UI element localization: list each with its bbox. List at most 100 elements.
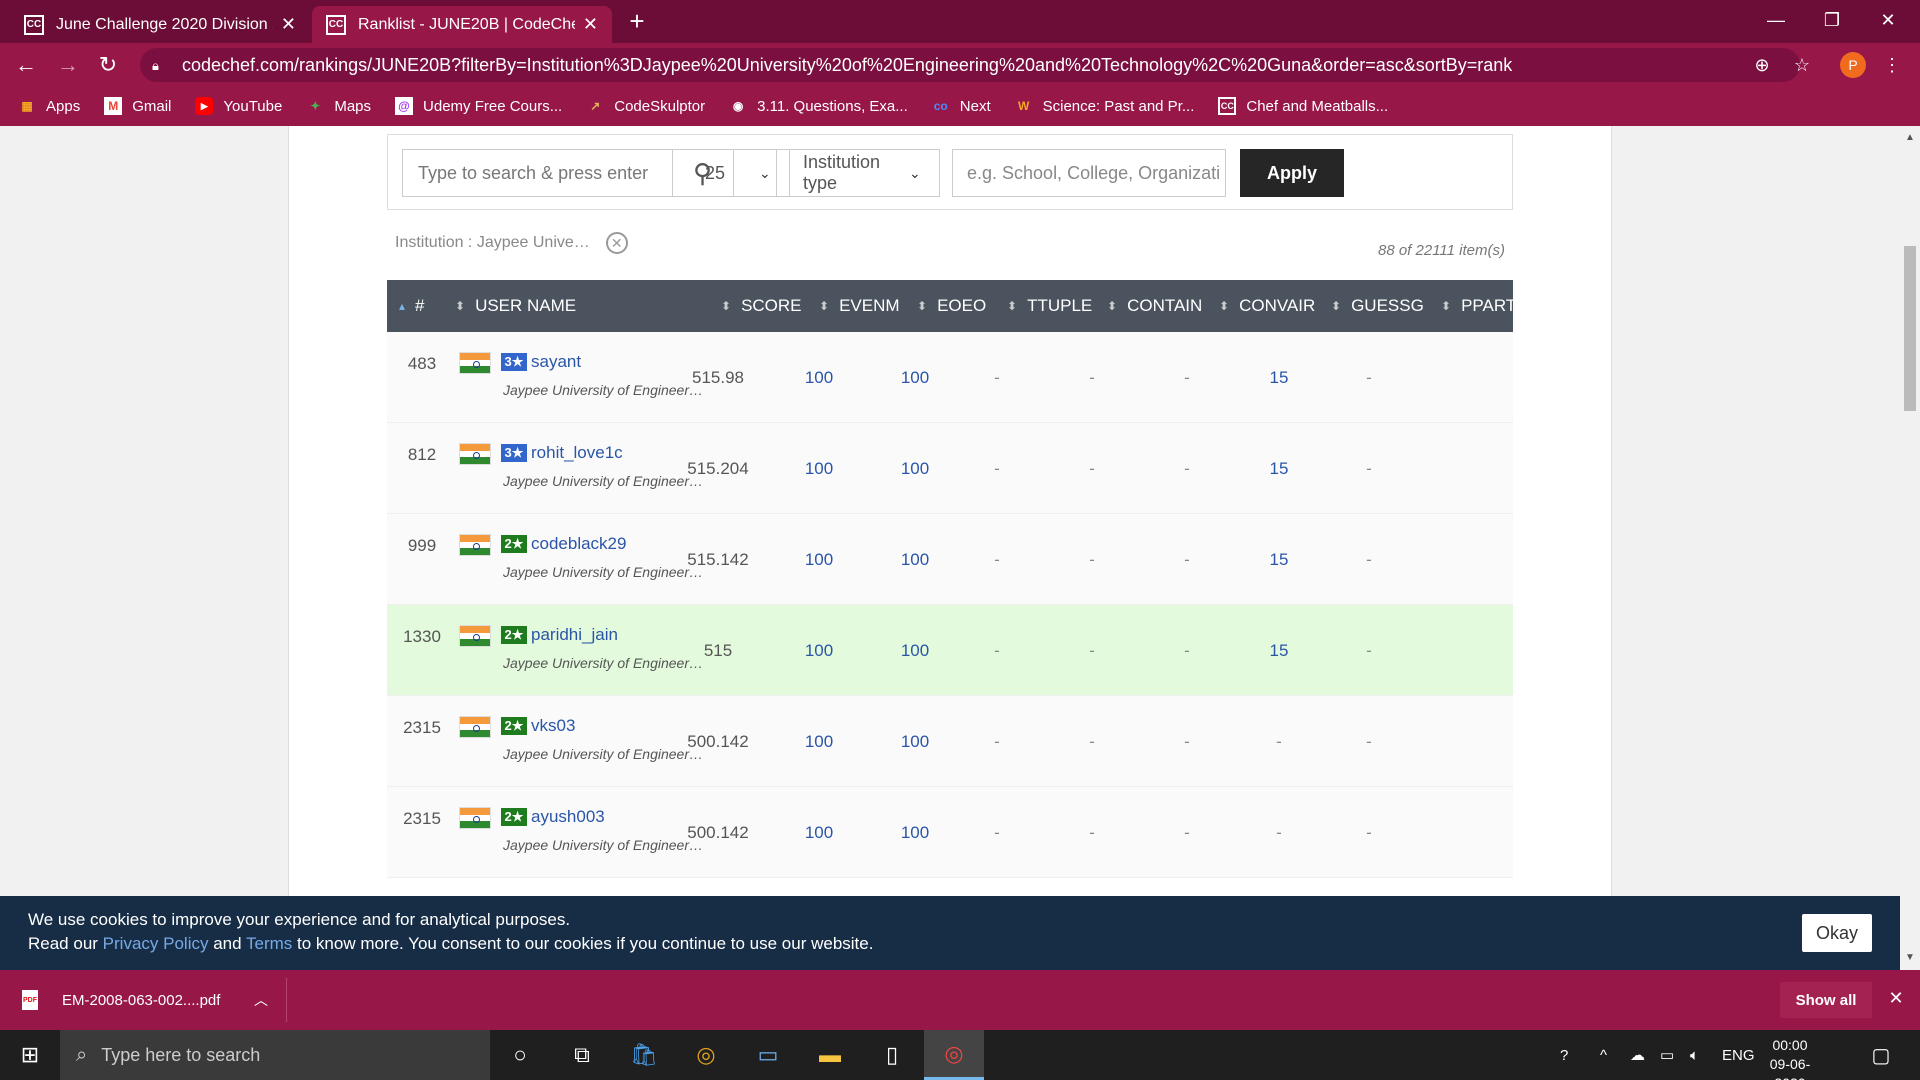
bookmark-star-icon[interactable]: ☆ xyxy=(1790,53,1814,77)
column-label: # xyxy=(415,296,425,315)
terms-link[interactable]: Terms xyxy=(246,934,292,953)
url-field[interactable]: 🔒︎ codechef.com/rankings/JUNE20B?filterB… xyxy=(140,48,1800,82)
reload-icon[interactable]: ↻ xyxy=(92,49,124,81)
lock-icon: 🔒︎ xyxy=(152,58,159,73)
help-icon[interactable]: ? xyxy=(1560,1030,1568,1080)
column-header-convair[interactable]: ⬍ CONVAIR xyxy=(1219,280,1315,332)
bookmark-apps[interactable]: ▦ Apps xyxy=(18,97,80,115)
tab-close-icon[interactable]: ✕ xyxy=(583,14,598,35)
chevron-up-icon[interactable]: ^ xyxy=(1600,1030,1607,1080)
column-header-evenm[interactable]: ⬍ EVENM xyxy=(819,280,900,332)
chrome-icon[interactable]: ◎ xyxy=(676,1030,736,1080)
username-link[interactable]: vks03 xyxy=(531,716,575,736)
new-tab-button[interactable]: + xyxy=(622,6,652,36)
tab-close-icon[interactable]: ✕ xyxy=(281,14,296,35)
show-all-button[interactable]: Show all xyxy=(1780,982,1872,1018)
taskbar-search-input[interactable]: ⌕ Type here to search xyxy=(60,1030,490,1080)
taskbar-search-placeholder: Type here to search xyxy=(101,1044,261,1065)
close-window-button[interactable]: ✕ xyxy=(1860,4,1916,36)
chevron-up-icon[interactable]: ︿ xyxy=(254,990,284,1010)
bookmark-gmail[interactable]: M Gmail xyxy=(104,97,171,115)
close-icon[interactable]: ✕ xyxy=(1884,986,1908,1010)
bookmark-label: Chef and Meatballs... xyxy=(1246,97,1389,115)
evenm-cell[interactable]: 100 xyxy=(764,641,874,661)
udemy-icon: @ xyxy=(395,97,414,115)
store-icon[interactable]: 🛍︎ xyxy=(614,1030,674,1080)
column-header-guessg[interactable]: ⬍ GUESSG xyxy=(1331,280,1424,332)
column-header-rank[interactable]: ▴ # xyxy=(399,280,425,332)
bookmark-science[interactable]: W Science: Past and Pr... xyxy=(1015,97,1194,115)
bookmark-youtube[interactable]: ▶ YouTube xyxy=(195,97,282,115)
ttuple-cell: - xyxy=(994,732,1000,751)
column-header-contain[interactable]: ⬍ CONTAIN xyxy=(1107,280,1202,332)
chrome-active-icon[interactable]: ◎ xyxy=(924,1030,984,1080)
page-scrollbar[interactable]: ▲ ▼ xyxy=(1900,126,1920,970)
bookmark-codeskulptor[interactable]: ↗ CodeSkulptor xyxy=(586,97,705,115)
profile-avatar[interactable]: P xyxy=(1840,52,1866,78)
minimize-button[interactable]: — xyxy=(1748,4,1804,36)
menu-dots-icon[interactable]: ⋮ xyxy=(1880,53,1904,77)
codechef-favicon-icon: CC xyxy=(326,14,346,35)
column-label: EOEO xyxy=(937,296,987,315)
username-link[interactable]: codeblack29 xyxy=(531,534,626,554)
okay-button[interactable]: Okay xyxy=(1802,914,1872,952)
battery-icon[interactable]: ▭ xyxy=(1660,1030,1674,1080)
scroll-thumb[interactable] xyxy=(1904,246,1916,411)
tab-ranklist[interactable]: CC Ranklist - JUNE20B | CodeChef ✕ xyxy=(312,6,612,43)
restore-button[interactable]: ❐ xyxy=(1804,4,1860,36)
clear-filter-icon[interactable]: ✕ xyxy=(605,232,628,254)
bookmark-udemy[interactable]: @ Udemy Free Cours... xyxy=(395,97,562,115)
document-icon[interactable]: ▯ xyxy=(862,1030,922,1080)
globe-icon: ◉ xyxy=(732,99,744,113)
windows-start-icon[interactable]: ⊞ xyxy=(0,1030,60,1080)
pc-icon[interactable]: ▭ xyxy=(738,1030,798,1080)
india-flag-icon xyxy=(459,716,491,738)
column-header-score[interactable]: ⬍ SCORE xyxy=(721,280,802,332)
apply-button[interactable]: Apply xyxy=(1240,149,1344,197)
username-link[interactable]: paridhi_jain xyxy=(531,625,618,645)
onedrive-icon[interactable]: ☁ xyxy=(1630,1030,1645,1080)
evenm-cell[interactable]: 100 xyxy=(764,368,874,388)
column-header-eoeo[interactable]: ⬍ EOEO xyxy=(917,280,986,332)
username-link[interactable]: ayush003 xyxy=(531,807,605,827)
column-header-username[interactable]: ⬍ USER NAME xyxy=(455,280,576,332)
zoom-icon[interactable]: ⊕ xyxy=(1750,53,1774,77)
institution-type-select[interactable]: Institution type ⌄ xyxy=(776,149,940,197)
bookmark-next[interactable]: co Next xyxy=(932,97,991,115)
institution-placeholder: e.g. School, College, Organizati xyxy=(967,162,1221,183)
taskbar-clock[interactable]: 00:00 09-06-2020 xyxy=(1760,1036,1820,1080)
bookmark-maps[interactable]: ✦ Maps xyxy=(306,97,371,115)
forward-arrow-icon[interactable]: → xyxy=(52,49,84,81)
language-indicator[interactable]: ENG xyxy=(1722,1030,1755,1080)
tab-strip: CC June Challenge 2020 Division 2 | ✕ CC… xyxy=(0,0,1920,43)
tab-june-challenge[interactable]: CC June Challenge 2020 Division 2 | ✕ xyxy=(10,6,310,43)
evenm-cell[interactable]: 100 xyxy=(764,550,874,570)
ppart-cell: - xyxy=(1366,459,1372,478)
column-header-ttuple[interactable]: ⬍ TTUPLE xyxy=(1007,280,1092,332)
ppart-cell: - xyxy=(1366,732,1372,751)
username-link[interactable]: rohit_love1c xyxy=(531,443,623,463)
volume-icon[interactable]: 🔈︎ xyxy=(1690,1030,1699,1080)
privacy-policy-link[interactable]: Privacy Policy xyxy=(103,934,209,953)
evenm-cell[interactable]: 100 xyxy=(764,459,874,479)
download-item[interactable]: PDF EM-2008-063-002....pdf ︿ xyxy=(22,980,284,1020)
bookmark-chef-meatballs[interactable]: CC Chef and Meatballs... xyxy=(1218,97,1388,115)
notification-icon[interactable]: ▢ xyxy=(1866,1040,1896,1070)
column-header-ppart[interactable]: ⬍ PPART xyxy=(1441,280,1516,332)
back-arrow-icon[interactable]: ← xyxy=(10,49,42,81)
score-cell: 500.142 xyxy=(687,823,749,842)
page-size-select[interactable]: 25 ⌄ xyxy=(672,149,790,197)
star-rating-badge: 2★ xyxy=(501,626,527,644)
task-view-icon[interactable]: ⧉ xyxy=(552,1030,612,1080)
scroll-up-icon[interactable]: ▲ xyxy=(1904,132,1916,144)
institution-name-input[interactable]: e.g. School, College, Organizati xyxy=(952,149,1226,197)
evenm-cell[interactable]: 100 xyxy=(764,732,874,752)
bookmark-label: 3.11. Questions, Exa... xyxy=(757,97,908,115)
scroll-down-icon[interactable]: ▼ xyxy=(1904,952,1916,964)
username-link[interactable]: sayant xyxy=(531,352,581,372)
bookmark-questions[interactable]: ◉ 3.11. Questions, Exa... xyxy=(729,97,908,115)
evenm-cell[interactable]: 100 xyxy=(764,823,874,843)
file-explorer-icon[interactable]: ▬ xyxy=(800,1030,860,1080)
cortana-icon[interactable]: ○ xyxy=(490,1030,550,1080)
rank-cell: 999 xyxy=(407,536,437,555)
